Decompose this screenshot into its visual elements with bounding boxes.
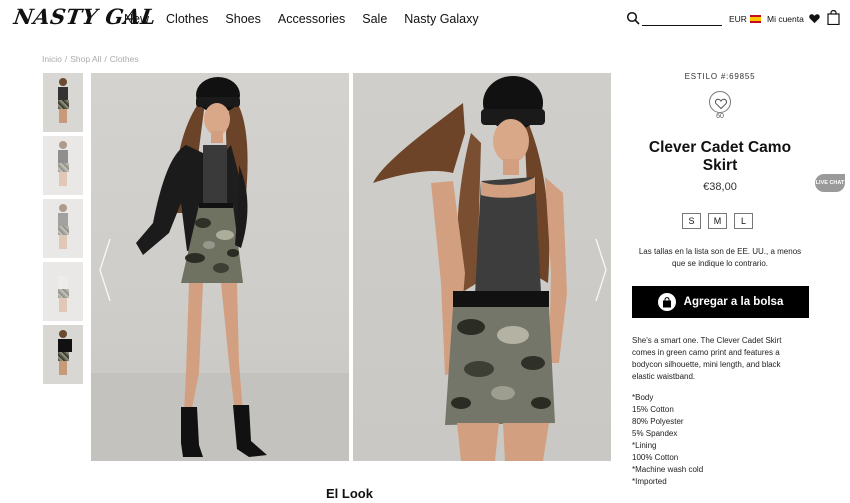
bag-icon: [657, 293, 676, 311]
model-closeup-illustration: [373, 76, 567, 461]
breadcrumb-shop-all[interactable]: Shop All: [70, 54, 101, 64]
favorites-count: 60: [716, 113, 724, 120]
nav-clothes[interactable]: Clothes: [166, 12, 208, 26]
size-option-s[interactable]: S: [682, 213, 701, 229]
breadcrumb-clothes[interactable]: Clothes: [110, 54, 139, 64]
size-option-l[interactable]: L: [734, 213, 753, 229]
breadcrumb-separator: /: [104, 54, 107, 64]
spec-line: *Imported: [632, 477, 667, 486]
add-to-bag-label: Agregar a la bolsa: [683, 296, 784, 308]
spec-line: *Machine wash cold: [632, 465, 704, 474]
nav-sale[interactable]: Sale: [362, 12, 387, 26]
thumbnail-2[interactable]: [43, 136, 83, 195]
spec-line: 100% Cotton: [632, 453, 679, 462]
product-image-detail[interactable]: [353, 73, 611, 461]
search-input[interactable]: [642, 8, 722, 26]
thumbnail-gallery: [43, 73, 83, 388]
next-image-arrow-icon[interactable]: [594, 237, 608, 303]
product-price: €38,00: [703, 181, 737, 193]
size-selector: S M L: [682, 213, 753, 229]
nav-nasty-galaxy[interactable]: Nasty Galaxy: [404, 12, 478, 26]
breadcrumb-home[interactable]: Inicio: [42, 54, 62, 64]
nav-accessories[interactable]: Accessories: [278, 12, 345, 26]
spec-line: 15% Cotton: [632, 405, 674, 414]
product-description: She's a smart one. The Clever Cadet Skir…: [632, 336, 782, 381]
currency-selector[interactable]: EUR: [729, 14, 761, 24]
spec-line: *Lining: [632, 441, 657, 450]
spec-line: *Body: [632, 393, 654, 402]
thumbnail-4[interactable]: [43, 262, 83, 321]
style-number: ESTILO #:69855: [684, 72, 756, 81]
spec-line: 80% Polyester: [632, 417, 684, 426]
nav-new[interactable]: New: [124, 12, 149, 26]
model-photo-illustration: [91, 77, 349, 461]
thumbnail-5[interactable]: [43, 325, 83, 384]
favorite-button[interactable]: [709, 91, 731, 113]
previous-image-arrow-icon[interactable]: [98, 237, 112, 303]
spain-flag-icon: [749, 15, 761, 23]
currency-label: EUR: [729, 14, 747, 24]
thumbnail-1[interactable]: [43, 73, 83, 132]
product-specs: *Body 15% Cotton 80% Polyester 5% Spande…: [632, 392, 804, 488]
section-title-el-look: El Look: [326, 486, 373, 501]
shopping-bag-icon[interactable]: [827, 10, 840, 25]
live-chat-button[interactable]: LIVE CHAT: [815, 174, 845, 192]
site-header: NASTY GAL New Clothes Shoes Accessories …: [0, 0, 850, 40]
add-to-bag-button[interactable]: Agregar a la bolsa: [632, 286, 809, 318]
main-nav: New Clothes Shoes Accessories Sale Nasty…: [124, 12, 496, 26]
wishlist-heart-icon[interactable]: [809, 13, 820, 24]
spec-line: 5% Spandex: [632, 429, 678, 438]
breadcrumb: Inicio / Shop All / Clothes: [42, 54, 139, 64]
size-note: Las tallas en la lista son de EE. UU., a…: [638, 247, 802, 268]
thumbnail-3[interactable]: [43, 199, 83, 258]
account-link[interactable]: Mi cuenta: [767, 14, 804, 24]
breadcrumb-separator: /: [64, 54, 68, 64]
heart-outline-icon: [715, 98, 727, 110]
product-title: Clever Cadet Camo Skirt: [648, 139, 792, 174]
search-icon[interactable]: [626, 11, 640, 25]
nav-shoes[interactable]: Shoes: [225, 12, 260, 26]
size-option-m[interactable]: M: [708, 213, 727, 229]
product-image-front[interactable]: [91, 73, 349, 461]
